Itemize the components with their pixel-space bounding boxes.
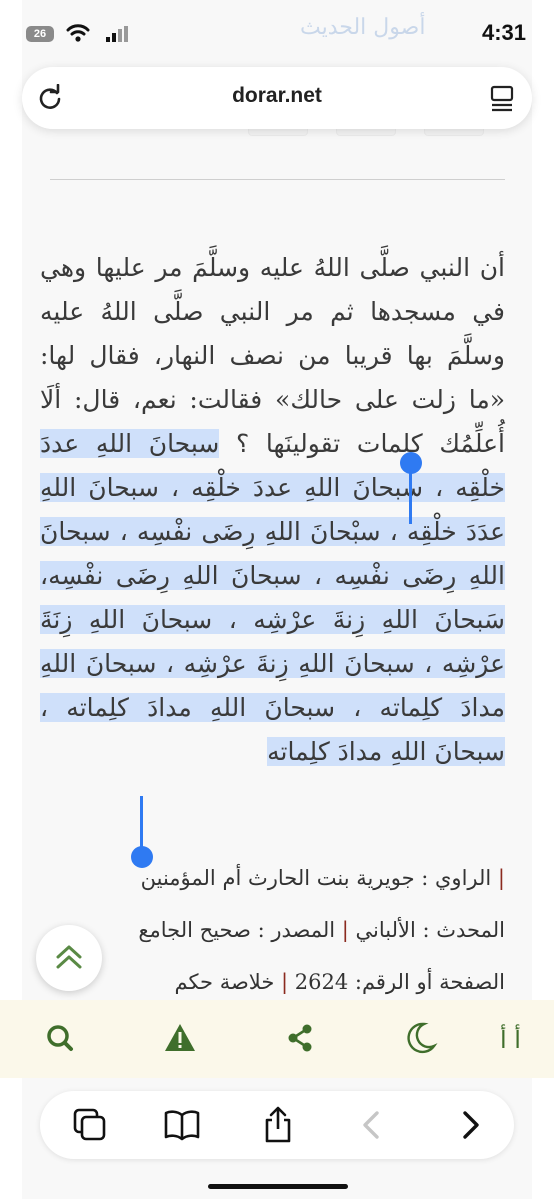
separator: |: [491, 866, 505, 890]
separator: |: [335, 918, 356, 942]
separator: |: [274, 970, 295, 994]
bookmarks-icon[interactable]: [162, 1105, 202, 1145]
reader-mode-icon[interactable]: [488, 84, 516, 112]
cellular-signal-icon: [106, 26, 128, 42]
selection-end-handle[interactable]: [131, 846, 153, 868]
tabs-icon[interactable]: [70, 1105, 110, 1145]
faded-page-title: أصول الحديث: [300, 15, 426, 40]
narrator-line: | الراوي : جويرية بنت الحارث أم المؤمنين: [40, 866, 505, 890]
selection-start-bar: [409, 470, 412, 524]
narrator[interactable]: الراوي : جويرية بنت الحارث أم المؤمنين: [141, 866, 492, 890]
muhaddith[interactable]: المحدث : الألباني: [356, 918, 505, 942]
wifi-icon: [66, 24, 90, 42]
site-toolbar: أ أ: [0, 1000, 554, 1078]
divider: [50, 179, 505, 180]
search-icon[interactable]: [38, 1018, 82, 1058]
address-bar[interactable]: dorar.net: [22, 67, 532, 129]
warning-icon[interactable]: [158, 1018, 202, 1058]
source[interactable]: المصدر : صحيح الجامع: [138, 918, 335, 942]
ruling-label: خلاصة حكم: [174, 970, 275, 994]
home-indicator: [208, 1184, 348, 1189]
selection-end-bar: [140, 796, 143, 848]
page-line: الصفحة أو الرقم: 2624 | خلاصة حكم: [40, 970, 505, 994]
hadith-text[interactable]: أن النبي صلَّى اللهُ عليه وسلَّمَ مر علي…: [40, 246, 505, 774]
font-size-icon[interactable]: أ أ: [500, 1026, 536, 1066]
share-icon[interactable]: [278, 1018, 322, 1058]
forward-icon[interactable]: [450, 1105, 490, 1145]
selected-text[interactable]: سبحانَ اللهِ عددَ خلْقِه ، سبحانَ اللهِ …: [40, 429, 505, 766]
muhaddith-line: المحدث : الألباني | المصدر : صحيح الجامع: [40, 918, 505, 942]
back-icon[interactable]: [352, 1105, 392, 1145]
status-time: 4:31: [481, 20, 526, 45]
browser-bottom-bar: [40, 1091, 514, 1159]
battery-indicator: 26: [26, 26, 54, 42]
share-icon[interactable]: [258, 1105, 298, 1145]
status-bar: 26 أصول الحديث 4:31: [0, 0, 554, 64]
moon-icon[interactable]: [398, 1018, 442, 1058]
page-number: الصفحة أو الرقم: 2624: [294, 970, 505, 994]
hadith-text-plain: أن النبي صلَّى اللهُ عليه وسلَّمَ مر علي…: [40, 253, 505, 458]
url-domain: dorar.net: [232, 84, 322, 107]
chevron-up-icon: [56, 945, 82, 969]
scroll-top-button[interactable]: [36, 925, 102, 991]
